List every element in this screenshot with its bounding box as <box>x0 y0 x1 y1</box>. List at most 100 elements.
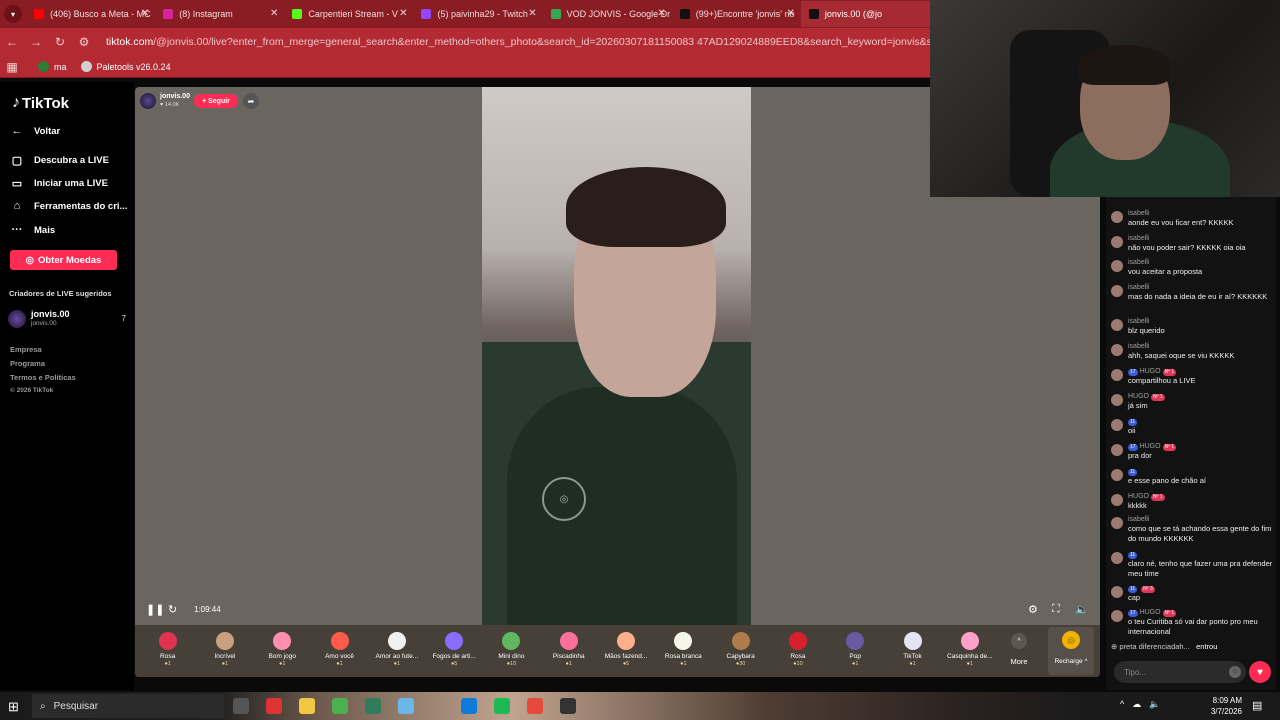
like-button[interactable]: ♥ <box>1249 661 1271 683</box>
browser-tab[interactable]: (5) paivinha29 - Twitch ✕ <box>413 1 542 27</box>
chrome-icon[interactable] <box>332 698 348 714</box>
more-gifts-button[interactable]: ^ More <box>1003 625 1035 677</box>
refresh-icon[interactable]: ↻ <box>168 603 177 616</box>
url-field[interactable]: tiktok.com/@jonvis.00/live?enter_from_me… <box>106 36 930 48</box>
pause-icon[interactable]: ❚❚ <box>146 603 164 616</box>
browser-tab[interactable]: VOD JONVIS - Google Dr ✕ <box>543 1 672 27</box>
browser-tab[interactable]: jonvis.00 (@jo <box>800 1 930 27</box>
close-icon[interactable]: ✕ <box>141 8 149 19</box>
heart-icon: ♥ <box>1257 666 1263 678</box>
file-explorer-icon[interactable] <box>299 698 315 714</box>
browser-tab[interactable]: (8) Instagram ✕ <box>155 1 284 27</box>
gift-item[interactable]: Rosa branca ●1 <box>655 625 712 677</box>
avatar <box>1111 211 1123 223</box>
follow-button[interactable]: + Seguir <box>194 94 238 108</box>
suggested-creators-title: Criadores de LIVE sugeridos <box>9 289 112 298</box>
get-coins-button[interactable]: ◎ Obter Moedas <box>10 250 117 270</box>
app-icon[interactable] <box>398 698 414 714</box>
bookmark-paletools[interactable]: Paletools v26.0.24 <box>80 61 171 72</box>
settings-icon[interactable]: ⚙ <box>1028 603 1038 616</box>
browser-tab[interactable]: (406) Busco a Meta - MC ✕ <box>26 1 155 27</box>
gift-item[interactable]: Incrível ●1 <box>196 625 253 677</box>
rank-badge: Nº 1 <box>1162 369 1177 376</box>
gift-item[interactable]: TikTok ●1 <box>884 625 941 677</box>
chat-panel: ⊕ preta diferenciadah... entrou Tipo... ☺… <box>1106 197 1276 690</box>
tiktok-note-icon: ♪ <box>12 94 20 111</box>
gift-item[interactable]: Bom jogo ●1 <box>254 625 311 677</box>
footer-link-programa[interactable]: Programa <box>10 359 45 368</box>
browser-tab[interactable]: Carpentieri Stream - V ✕ <box>284 1 413 27</box>
gift-name: Mãos fazend... <box>604 653 648 660</box>
avatar <box>1111 260 1123 272</box>
gift-name: Piscadinha <box>552 653 585 660</box>
browser-tab[interactable]: (99+)Encontre 'jonvis' no ✕ <box>672 1 801 27</box>
chevron-up-icon: ^ <box>1120 699 1125 709</box>
nav-more[interactable]: ··· Mais <box>10 224 56 236</box>
rank-badge: Nº 1 <box>1162 610 1177 617</box>
close-icon[interactable]: ✕ <box>399 8 407 19</box>
edge-icon[interactable] <box>461 698 477 714</box>
coin-icon: ◎ <box>25 254 34 266</box>
task-view-icon[interactable] <box>233 698 249 714</box>
gift-item[interactable]: Casquinha de... ●1 <box>941 625 998 677</box>
gift-price: ●1 <box>279 661 286 667</box>
suggested-creator[interactable]: jonvis.00 jonvis.00 7 <box>8 308 128 332</box>
bookmark-favicon <box>38 61 49 72</box>
gift-item[interactable]: Rosa ●1 <box>139 625 196 677</box>
gift-price: ●1 <box>393 661 401 667</box>
nav-discover-live[interactable]: ▢ Descubra a LIVE <box>10 154 109 167</box>
volume-icon[interactable]: 🔈 <box>1075 603 1089 616</box>
fullscreen-icon[interactable]: ⛶ <box>1052 603 1060 616</box>
emoji-icon[interactable]: ☺ <box>1229 666 1241 678</box>
gift-item[interactable]: Mãos fazend... ●5 <box>597 625 654 677</box>
nav-creator-tools[interactable]: ⌂ Ferramentas do cri... <box>10 200 128 212</box>
gift-price: ●30 <box>735 661 746 667</box>
bookmark-ma[interactable]: ma <box>38 61 67 72</box>
webcam-overlay <box>930 0 1280 197</box>
tab-menu-button[interactable]: ▾ <box>0 0 26 28</box>
close-icon[interactable]: ✕ <box>786 8 794 19</box>
chrome-icon[interactable] <box>527 698 543 714</box>
share-icon[interactable]: ➦ <box>243 93 259 109</box>
taskbar-search[interactable]: ⌕ Pesquisar <box>32 694 224 718</box>
chat-input[interactable]: Tipo... ☺ <box>1114 661 1246 683</box>
gift-icon <box>158 632 177 650</box>
back-button[interactable]: ← <box>0 35 24 49</box>
gift-item[interactable]: Amo você ●1 <box>311 625 368 677</box>
nav-back[interactable]: ← Voltar <box>10 125 61 137</box>
notification-icon[interactable]: ▤ <box>1252 699 1262 712</box>
avatar <box>1111 319 1123 331</box>
tiktok-logo[interactable]: ♪ TikTok <box>12 94 69 112</box>
spotify-icon[interactable] <box>494 698 510 714</box>
gift-icon <box>788 632 807 650</box>
apps-grid-icon[interactable]: ▦ <box>0 60 24 74</box>
app-icon[interactable] <box>365 698 381 714</box>
site-info-icon[interactable]: ⚙ <box>72 35 96 49</box>
footer-link-empresa[interactable]: Empresa <box>10 345 42 354</box>
gift-item[interactable]: Piscadinha ●1 <box>540 625 597 677</box>
gift-item[interactable]: Capybara ●30 <box>712 625 769 677</box>
system-tray[interactable]: ^ ☁ 🔈 <box>1120 699 1160 710</box>
close-icon[interactable]: ✕ <box>657 8 665 19</box>
reload-button[interactable]: ↻ <box>48 35 72 49</box>
gift-item[interactable]: Rosa ●10 <box>769 625 826 677</box>
forward-button[interactable]: → <box>24 35 48 49</box>
close-icon[interactable]: ✕ <box>528 8 536 19</box>
chat-text: oii <box>1128 426 1136 435</box>
footer-link-terms[interactable]: Termos e Políticas <box>10 373 76 382</box>
gift-item[interactable]: Mini dino ●10 <box>483 625 540 677</box>
nav-start-live[interactable]: ▭ Iniciar uma LIVE <box>10 177 108 190</box>
host-name: jonvis.00 <box>160 93 190 100</box>
obs-icon[interactable] <box>560 698 576 714</box>
recharge-button[interactable]: ◎ Recharge ^ <box>1048 627 1094 675</box>
gift-bar: Rosa ●1 Incrível ●1 Bom jogo ●1 Amo você ●1 Amor… <box>135 625 1100 677</box>
live-video[interactable]: ◎ <box>482 87 751 625</box>
tab-title: VOD JONVIS - Google Dr <box>566 9 671 19</box>
close-icon[interactable]: ✕ <box>270 8 278 19</box>
gift-item[interactable]: Pop ●1 <box>827 625 884 677</box>
gift-item[interactable]: Amor ao fute... ●1 <box>368 625 425 677</box>
app-icon[interactable] <box>266 698 282 714</box>
taskbar-clock[interactable]: 8:09 AM 3/7/2026 <box>1200 695 1242 717</box>
gift-item[interactable]: Fogos de arti... ●5 <box>425 625 482 677</box>
windows-start-icon[interactable]: ⊞ <box>8 699 19 715</box>
